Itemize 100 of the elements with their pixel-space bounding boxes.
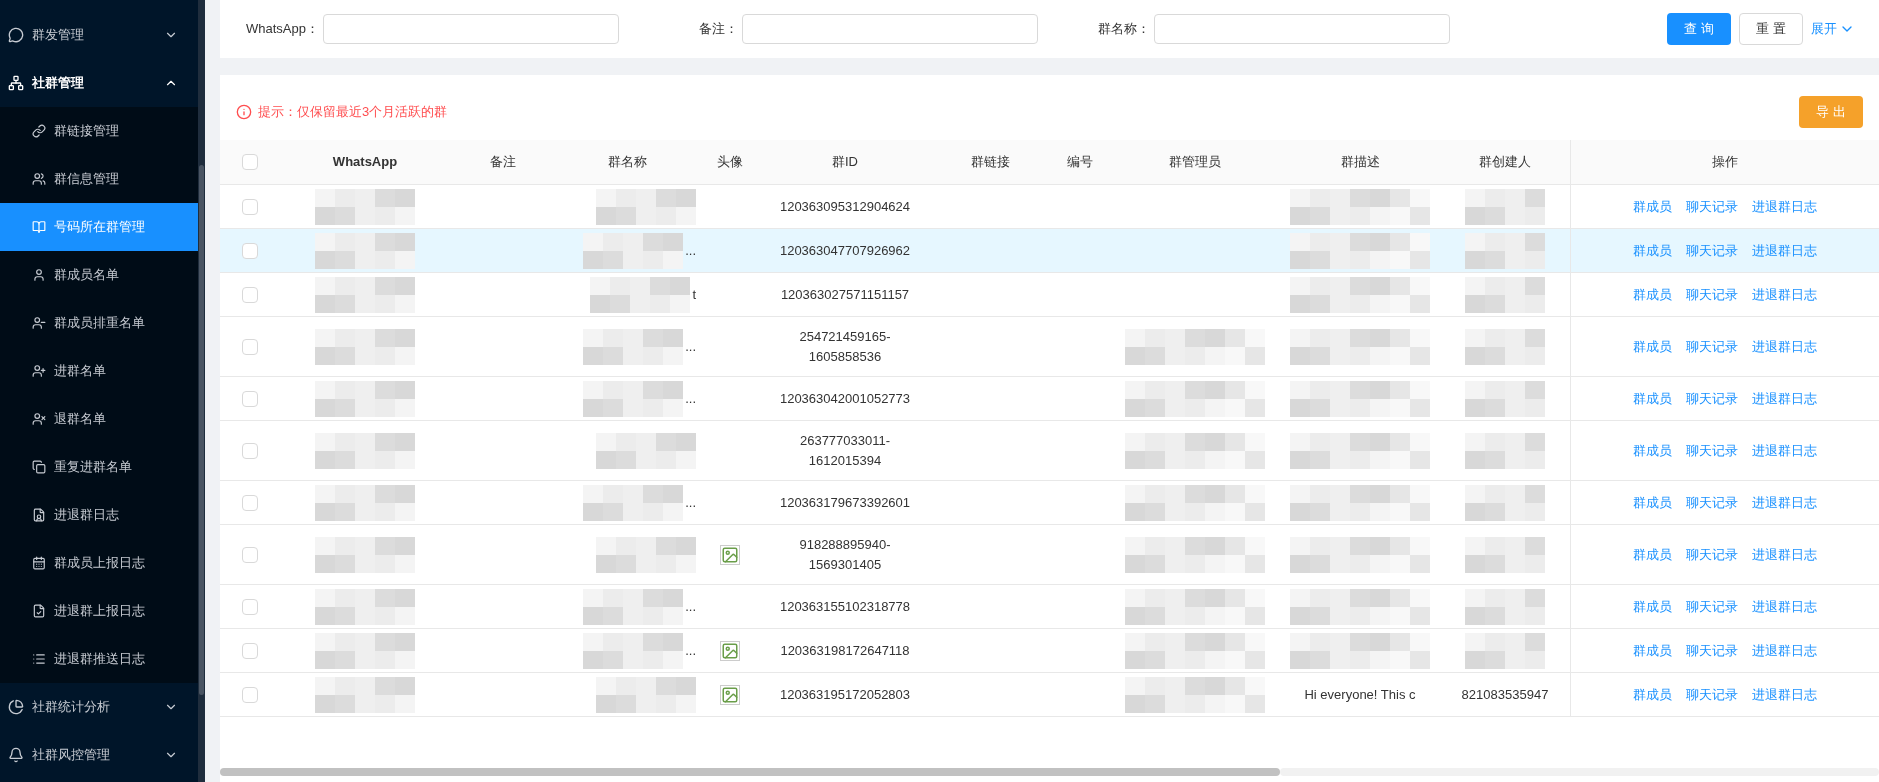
column-header: WhatsApp [332, 153, 398, 172]
export-button[interactable]: 导 出 [1799, 95, 1863, 128]
action-link[interactable]: 进退群日志 [1752, 544, 1817, 565]
search-button[interactable]: 查 询 [1667, 13, 1731, 45]
action-link[interactable]: 进退群日志 [1752, 336, 1817, 357]
table-row[interactable]: ... 254721459165-1605858536 群成员 聊天记录 进退群日志 [220, 317, 1879, 377]
table-cell-text: ... [685, 389, 696, 408]
menu-item[interactable]: 社群统计分析 [0, 683, 198, 731]
action-link[interactable]: 进退群日志 [1752, 388, 1817, 409]
action-link[interactable]: 聊天记录 [1686, 196, 1738, 217]
submenu-item[interactable]: 群成员名单 [0, 251, 198, 299]
table-row[interactable]: 263777033011-1612015394 群成员 聊天记录 进退群日志 [220, 421, 1879, 481]
action-link[interactable]: 群成员 [1633, 492, 1672, 513]
action-link[interactable]: 群成员 [1633, 284, 1672, 305]
submenu-item[interactable]: 进群名单 [0, 347, 198, 395]
row-checkbox[interactable] [242, 242, 258, 259]
row-checkbox[interactable] [242, 546, 258, 563]
row-checkbox[interactable] [242, 494, 258, 511]
row-checkbox[interactable] [242, 598, 258, 615]
table-cell-text: 821083535947 [1461, 685, 1549, 704]
action-link[interactable]: 进退群日志 [1752, 284, 1817, 305]
table-cell-text: 120363195172052803 [778, 685, 912, 704]
action-link[interactable]: 聊天记录 [1686, 284, 1738, 305]
row-checkbox[interactable] [242, 642, 258, 659]
action-link[interactable]: 群成员 [1633, 640, 1672, 661]
table-row[interactable]: 120363095312904624 群成员 聊天记录 进退群日志 [220, 185, 1879, 229]
table-row[interactable]: 918288895940-1569301405 群成员 聊天记录 进退群日志 [220, 525, 1879, 585]
filter-label: WhatsApp： [246, 20, 319, 39]
table-cell-text: Hi everyone! This c [1304, 685, 1416, 704]
table-row[interactable]: ... 120363047707926962 群成员 聊天记录 进退群日志 [220, 229, 1879, 273]
action-link[interactable]: 聊天记录 [1686, 684, 1738, 705]
action-link[interactable]: 聊天记录 [1686, 492, 1738, 513]
action-link[interactable]: 进退群日志 [1752, 440, 1817, 461]
link-icon [32, 124, 46, 138]
row-checkbox[interactable] [242, 390, 258, 407]
submenu-item[interactable]: 重复进群名单 [0, 443, 198, 491]
table-row[interactable]: 120363195172052803 Hi everyone! This c 821083535947 群成员 聊天记录 进退群日志 [220, 673, 1879, 717]
action-link[interactable]: 进退群日志 [1752, 596, 1817, 617]
user-plus-icon [32, 364, 46, 378]
action-link[interactable]: 进退群日志 [1752, 196, 1817, 217]
column-header: 头像 [717, 153, 743, 172]
table-cell-text: 120363047707926962 [778, 241, 912, 260]
row-checkbox[interactable] [242, 338, 258, 355]
action-link[interactable]: 进退群日志 [1752, 684, 1817, 705]
action-link[interactable]: 进退群日志 [1752, 492, 1817, 513]
action-link[interactable]: 聊天记录 [1686, 440, 1738, 461]
table-row[interactable]: ... 120363198172647118 群成员 聊天记录 进退群日志 [220, 629, 1879, 673]
action-link[interactable]: 群成员 [1633, 440, 1672, 461]
table-cell-text: 254721459165-1605858536 [798, 327, 892, 366]
text-field[interactable] [742, 14, 1038, 44]
action-link[interactable]: 进退群日志 [1752, 640, 1817, 661]
menu-item[interactable]: 群发管理 [0, 11, 198, 59]
action-link[interactable]: 群成员 [1633, 684, 1672, 705]
table-row[interactable]: t 120363027571151157 群成员 聊天记录 进退群日志 [220, 273, 1879, 317]
row-checkbox[interactable] [242, 686, 258, 703]
action-link[interactable]: 群成员 [1633, 388, 1672, 409]
text-field[interactable] [323, 14, 619, 44]
table-cell-text: t [692, 285, 696, 304]
submenu-item[interactable]: 进退群上报日志 [0, 587, 198, 635]
action-link[interactable]: 群成员 [1633, 240, 1672, 261]
table-row[interactable]: ... 120363042001052773 群成员 聊天记录 进退群日志 [220, 377, 1879, 421]
submenu-item[interactable]: 进退群推送日志 [0, 635, 198, 683]
action-link[interactable]: 群成员 [1633, 544, 1672, 565]
file-check-icon [32, 604, 46, 618]
action-link[interactable]: 群成员 [1633, 196, 1672, 217]
row-checkbox[interactable] [242, 442, 258, 459]
action-link[interactable]: 聊天记录 [1686, 388, 1738, 409]
horizontal-scrollbar[interactable] [220, 768, 1280, 776]
table-cell-text: 263777033011-1612015394 [798, 431, 892, 470]
menu-item[interactable]: 社群风控管理 [0, 731, 198, 779]
filter-label: 群名称： [1098, 20, 1150, 39]
action-link[interactable]: 聊天记录 [1686, 240, 1738, 261]
submenu-item[interactable]: 号码所在群管理 [0, 203, 198, 251]
action-link[interactable]: 群成员 [1633, 596, 1672, 617]
action-link[interactable]: 聊天记录 [1686, 640, 1738, 661]
expand-link[interactable]: 展开 [1811, 19, 1855, 39]
info-icon [236, 103, 252, 120]
column-header: 群描述 [1340, 153, 1380, 172]
action-link[interactable]: 群成员 [1633, 336, 1672, 357]
text-field[interactable] [1154, 14, 1450, 44]
submenu-item[interactable]: 退群名单 [0, 395, 198, 443]
users-icon [32, 172, 46, 186]
submenu-item[interactable]: 群成员排重名单 [0, 299, 198, 347]
action-link[interactable]: 进退群日志 [1752, 240, 1817, 261]
action-link[interactable]: 聊天记录 [1686, 336, 1738, 357]
table-row[interactable]: ... 120363155102318778 群成员 聊天记录 进退群日志 [220, 585, 1879, 629]
table-row[interactable]: ... 120363179673392601 群成员 聊天记录 进退群日志 [220, 481, 1879, 525]
header-checkbox[interactable] [242, 154, 258, 170]
submenu-item[interactable]: 群成员上报日志 [0, 539, 198, 587]
table-cell-text: 120363179673392601 [778, 493, 912, 512]
action-link[interactable]: 聊天记录 [1686, 544, 1738, 565]
submenu-item[interactable]: 进退群日志 [0, 491, 198, 539]
scrollbar-thumb[interactable] [199, 165, 204, 695]
reset-button[interactable]: 重 置 [1739, 13, 1803, 45]
row-checkbox[interactable] [242, 286, 258, 303]
submenu-item[interactable]: 群信息管理 [0, 155, 198, 203]
submenu-item[interactable]: 群链接管理 [0, 107, 198, 155]
row-checkbox[interactable] [242, 198, 258, 215]
menu-item[interactable]: 社群管理 [0, 59, 198, 107]
action-link[interactable]: 聊天记录 [1686, 596, 1738, 617]
